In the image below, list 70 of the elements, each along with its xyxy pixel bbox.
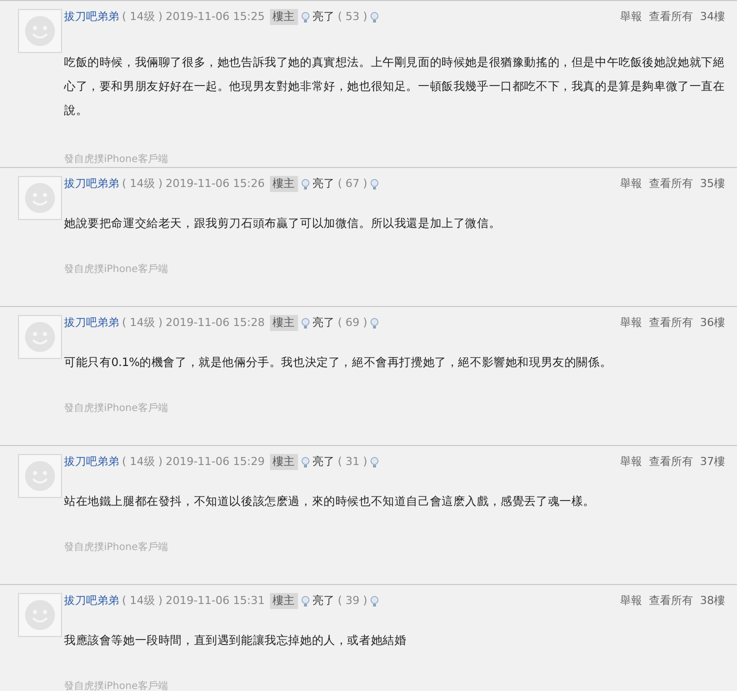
post-source: 發自虎撲iPhone客戶端 [64, 680, 169, 691]
post-body: 我應該會等她一段時間，直到遇到能讓我忘掉她的人，或者她結婚 [64, 632, 408, 649]
avatar-icon [18, 176, 62, 220]
post-source: 發自虎撲iPhone客戶端 [64, 262, 169, 277]
post-time: 2019-11-06 15:31 [166, 592, 265, 609]
light-count: ( 31 ) [338, 454, 368, 470]
op-badge: 樓主 [270, 176, 298, 192]
user-level: ( 14级 ) [122, 454, 163, 470]
avatar-icon [18, 593, 62, 637]
lightbulb-icon [300, 456, 310, 468]
author-link[interactable]: 拔刀吧弟弟 [64, 314, 119, 332]
op-badge: 樓主 [270, 314, 298, 332]
user-level: ( 14级 ) [122, 314, 163, 331]
author-link[interactable]: 拔刀吧弟弟 [64, 176, 119, 192]
user-level: ( 14级 ) [122, 592, 163, 609]
report-link[interactable]: 舉報 [620, 314, 642, 332]
floor-number: 37樓 [700, 454, 725, 470]
user-level: ( 14级 ) [122, 8, 163, 25]
avatar-icon [18, 454, 62, 498]
view-all-link[interactable]: 查看所有 [649, 592, 693, 610]
floor-number: 38樓 [700, 592, 725, 609]
report-link[interactable]: 舉報 [620, 454, 642, 470]
post-time: 2019-11-06 15:29 [166, 454, 265, 470]
post-body: 吃飯的時候，我倆聊了很多，她也告訴我了她的真實想法。上午剛見面的時候她是很猶豫動搖的，但是中午吃飯後她說她就下絕心了，要和男朋友好好在一起。他現男友對她非常好，她也很知足。一頓飯我幾乎一口都吃不下，我真的是算是夠卑微了一直在說。 [64, 54, 725, 119]
lightbulb-icon [370, 178, 380, 190]
report-link[interactable]: 舉報 [620, 592, 642, 610]
floor-number: 36樓 [700, 314, 725, 331]
op-badge: 樓主 [270, 454, 298, 470]
post-time: 2019-11-06 15:25 [166, 8, 265, 25]
lightbulb-icon [370, 318, 380, 328]
light-label[interactable]: 亮了 [312, 8, 335, 26]
lightbulb-icon [300, 318, 310, 328]
lightbulb-icon [300, 12, 310, 22]
light-label[interactable]: 亮了 [312, 454, 335, 470]
avatar-icon [18, 9, 62, 53]
report-link[interactable]: 舉報 [620, 8, 642, 26]
light-label[interactable]: 亮了 [312, 314, 335, 332]
post-body: 站在地鐵上腿都在發抖，不知道以後該怎麽過，來的時候也不知道自己會這麽入戲，感覺丟了魂一樣。 [64, 493, 596, 510]
light-count: ( 53 ) [338, 8, 368, 25]
floor-number: 34樓 [700, 8, 725, 25]
user-level: ( 14级 ) [122, 176, 163, 192]
op-badge: 樓主 [270, 8, 298, 26]
view-all-link[interactable]: 查看所有 [649, 314, 693, 332]
view-all-link[interactable]: 查看所有 [649, 176, 693, 192]
view-all-link[interactable]: 查看所有 [649, 8, 693, 26]
light-label[interactable]: 亮了 [312, 592, 335, 610]
lightbulb-icon [370, 596, 380, 606]
lightbulb-icon [300, 596, 310, 606]
post-source: 發自虎撲iPhone客戶端 [64, 402, 169, 416]
avatar-icon [18, 315, 62, 359]
floor-number: 35樓 [700, 176, 725, 192]
lightbulb-icon [370, 12, 380, 22]
post-source: 發自虎撲iPhone客戶端 [64, 152, 169, 167]
post-source: 發自虎撲iPhone客戶端 [64, 540, 169, 555]
view-all-link[interactable]: 查看所有 [649, 454, 693, 470]
lightbulb-icon [370, 456, 380, 468]
post-body: 可能只有0.1%的機會了，就是他倆分手。我也決定了，絕不會再打攪她了，絕不影響她和現男友的關係。 [64, 354, 613, 371]
light-count: ( 69 ) [338, 314, 368, 331]
light-label[interactable]: 亮了 [312, 176, 335, 192]
op-badge: 樓主 [270, 592, 298, 610]
report-link[interactable]: 舉報 [620, 176, 642, 192]
post-time: 2019-11-06 15:28 [166, 314, 265, 331]
post-time: 2019-11-06 15:26 [166, 176, 265, 192]
light-count: ( 39 ) [338, 592, 368, 609]
lightbulb-icon [300, 178, 310, 190]
author-link[interactable]: 拔刀吧弟弟 [64, 592, 119, 610]
light-count: ( 67 ) [338, 176, 368, 192]
post-body: 她說要把命運交給老天，跟我剪刀石頭布贏了可以加微信。所以我還是加上了微信。 [64, 215, 502, 232]
author-link[interactable]: 拔刀吧弟弟 [64, 454, 119, 470]
author-link[interactable]: 拔刀吧弟弟 [64, 8, 119, 26]
